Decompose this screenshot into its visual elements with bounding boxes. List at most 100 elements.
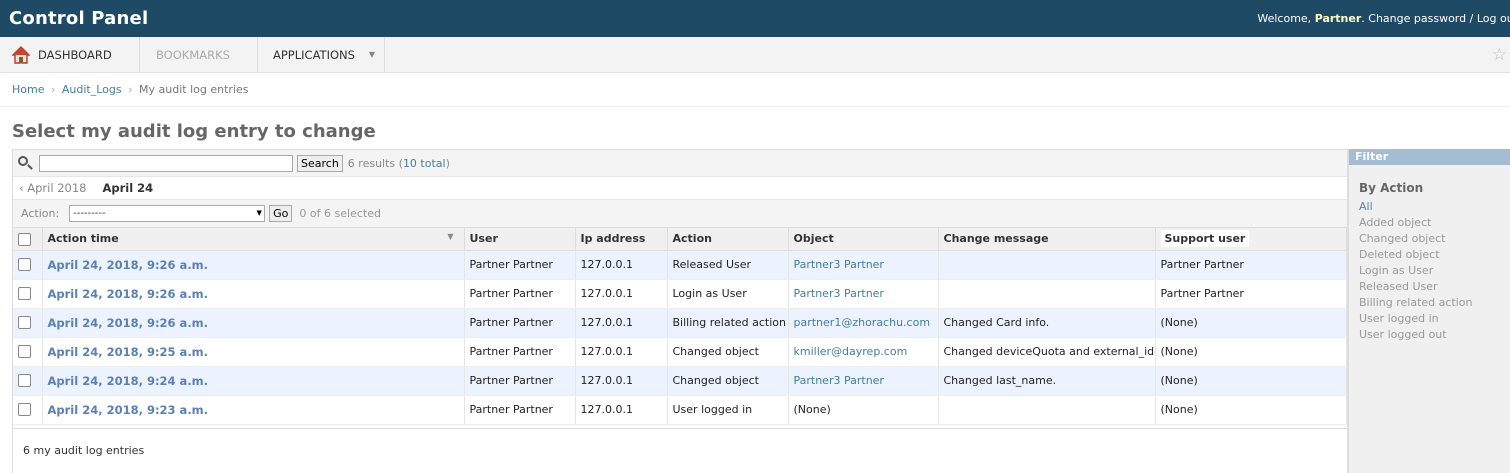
chevron-down-icon: ▼ (256, 209, 262, 217)
filter-option[interactable]: Deleted object (1359, 247, 1510, 263)
row-checkbox[interactable] (18, 316, 31, 330)
username: Partner (1314, 12, 1362, 25)
filter-panel: Filter By Action All Added object Changed … (1348, 149, 1510, 473)
star-icon[interactable]: ☆ (1492, 45, 1507, 65)
total-results-link[interactable]: 10 total (403, 157, 446, 170)
object-link[interactable]: kmiller@dayrep.com (794, 345, 908, 358)
table-header-row: Action time ▼ User Ip address Action Obje… (13, 228, 1347, 251)
ip-cell: 127.0.0.1 (575, 279, 668, 309)
row-select-cell (13, 279, 43, 309)
action-time-link[interactable]: April 24, 2018, 9:23 a.m. (48, 403, 209, 417)
change-password-link[interactable]: Change password (1368, 12, 1466, 25)
results-table: Action time ▼ User Ip address Action Obje… (13, 228, 1347, 425)
filter-option[interactable]: Added object (1359, 215, 1510, 231)
action-label: Action: (21, 207, 60, 220)
row-select-cell (13, 366, 43, 396)
breadcrumb-app[interactable]: Audit_Logs (62, 83, 122, 96)
search-icon (17, 155, 33, 171)
object-cell: partner1@zhorachu.com (788, 308, 939, 338)
select-all-header (13, 228, 43, 251)
column-header-user: User (464, 228, 576, 251)
action-cell: Billing related action (667, 308, 789, 338)
search-input[interactable] (39, 154, 293, 172)
column-header-object: Object (788, 228, 939, 251)
page-title: Select my audit log entry to change (12, 121, 376, 142)
action-cell: Login as User (667, 279, 789, 309)
change-message-cell: Changed deviceQuota and external_id. (938, 337, 1156, 367)
go-button[interactable]: Go (269, 205, 293, 222)
main-nav: DASHBOARD BOOKMARKS APPLICATIONS ▼ ☆ (0, 37, 1510, 73)
object-link[interactable]: partner1@zhorachu.com (794, 316, 931, 329)
action-selected-value: --------- (73, 208, 106, 219)
row-select-cell (13, 395, 43, 425)
support-user-cell: Partner Partner (1155, 250, 1347, 280)
date-hierarchy: ‹ April 2018 April 24 (13, 177, 1347, 200)
action-cell: Changed object (667, 337, 789, 367)
row-checkbox[interactable] (18, 345, 31, 359)
support-user-cell: (None) (1155, 308, 1347, 338)
filter-option[interactable]: Login as User (1359, 263, 1510, 279)
action-select[interactable]: --------- ▼ (69, 205, 266, 222)
support-user-cell: Partner Partner (1155, 279, 1347, 309)
change-message-cell (938, 250, 1156, 280)
table-row: April 24, 2018, 9:26 a.m. Partner Partner… (13, 308, 1347, 338)
ip-cell: 127.0.0.1 (575, 395, 668, 425)
paginator: 6 my audit log entries (13, 428, 1347, 472)
date-current: April 24 (102, 181, 154, 195)
filter-option[interactable]: User logged out (1359, 327, 1510, 343)
action-time-link[interactable]: April 24, 2018, 9:25 a.m. (48, 345, 209, 359)
search-bar: Search 6 results (10 total) (13, 150, 1347, 177)
user-tools: Welcome, Partner. Change password / Log … (1257, 12, 1510, 25)
user-cell: Partner Partner (464, 337, 576, 367)
breadcrumb-home[interactable]: Home (12, 83, 44, 96)
selection-count: 0 of 6 selected (299, 207, 381, 220)
support-user-cell: (None) (1155, 337, 1347, 367)
change-message-cell (938, 395, 1156, 425)
object-link[interactable]: Partner3 Partner (794, 287, 884, 300)
breadcrumb-current: My audit log entries (139, 83, 249, 96)
nav-applications[interactable]: APPLICATIONS ▼ (258, 37, 385, 72)
user-cell: Partner Partner (464, 308, 576, 338)
changelist: Search 6 results (10 total) ‹ April 2018… (12, 149, 1348, 473)
filter-title: Filter (1349, 149, 1510, 165)
row-checkbox[interactable] (18, 258, 31, 272)
date-back-link[interactable]: ‹ April 2018 (19, 181, 86, 195)
action-time-link[interactable]: April 24, 2018, 9:26 a.m. (48, 287, 209, 301)
search-button[interactable]: Search (297, 154, 343, 172)
column-header-message: Change message (938, 228, 1156, 251)
table-row: April 24, 2018, 9:26 a.m. Partner Partner… (13, 250, 1347, 280)
actions-bar: Action: --------- ▼ Go 0 of 6 selected (13, 200, 1347, 228)
sort-desc-icon[interactable]: ▼ (447, 232, 453, 241)
filter-option[interactable]: Billing related action (1359, 295, 1510, 311)
filter-option[interactable]: Changed object (1359, 231, 1510, 247)
action-time-link[interactable]: April 24, 2018, 9:26 a.m. (48, 258, 209, 272)
action-cell: Changed object (667, 366, 789, 396)
row-checkbox[interactable] (18, 287, 31, 301)
action-time-cell: April 24, 2018, 9:25 a.m. (42, 337, 465, 367)
object-link[interactable]: Partner3 Partner (794, 258, 884, 271)
ip-cell: 127.0.0.1 (575, 250, 668, 280)
logout-link[interactable]: Log out (1477, 12, 1510, 25)
column-header-action-time[interactable]: Action time ▼ (42, 228, 465, 251)
action-time-link[interactable]: April 24, 2018, 9:24 a.m. (48, 374, 209, 388)
object-link[interactable]: Partner3 Partner (794, 374, 884, 387)
object-cell: kmiller@dayrep.com (788, 337, 939, 367)
action-time-cell: April 24, 2018, 9:24 a.m. (42, 366, 465, 396)
row-checkbox[interactable] (18, 374, 31, 388)
welcome-text: Welcome, (1257, 12, 1312, 25)
column-header-ip: Ip address (575, 228, 668, 251)
select-all-checkbox[interactable] (18, 232, 31, 246)
filter-option[interactable]: Released User (1359, 279, 1510, 295)
table-row: April 24, 2018, 9:23 a.m. Partner Partner… (13, 395, 1347, 425)
row-checkbox[interactable] (18, 403, 31, 417)
nav-dashboard[interactable]: DASHBOARD (0, 37, 140, 72)
nav-bookmarks[interactable]: BOOKMARKS (140, 37, 258, 72)
table-row: April 24, 2018, 9:24 a.m. Partner Partner… (13, 366, 1347, 396)
row-select-cell (13, 250, 43, 280)
filter-option[interactable]: All (1359, 199, 1510, 215)
ip-cell: 127.0.0.1 (575, 337, 668, 367)
filter-option[interactable]: User logged in (1359, 311, 1510, 327)
action-time-cell: April 24, 2018, 9:23 a.m. (42, 395, 465, 425)
action-time-link[interactable]: April 24, 2018, 9:26 a.m. (48, 316, 209, 330)
change-message-cell (938, 279, 1156, 309)
